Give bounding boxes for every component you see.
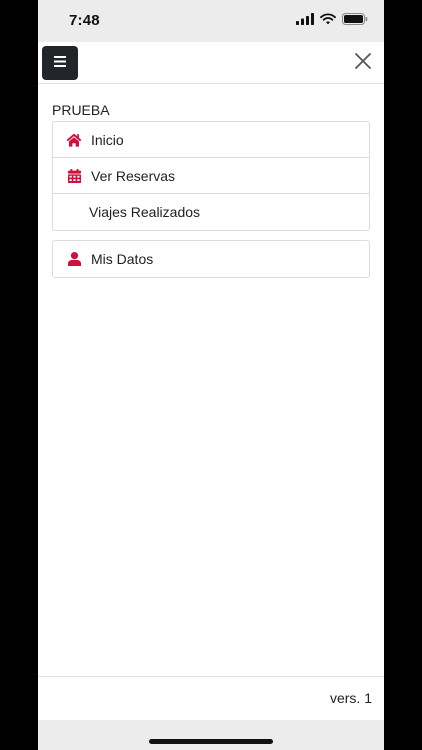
status-icons: [296, 12, 368, 30]
menu-list: Inicio Ver Reservas Viajes Realizados: [52, 121, 370, 231]
phone-screen: 7:48 PRUEBA Inicio Ver Reservas Viajes R…: [38, 0, 384, 750]
close-button[interactable]: [354, 52, 372, 74]
menu-item-label: Inicio: [91, 131, 124, 148]
menu-item-inicio[interactable]: Inicio: [53, 122, 369, 158]
user-icon: [66, 251, 82, 267]
menu-item-mis-datos[interactable]: Mis Datos: [53, 241, 369, 277]
home-icon: [66, 132, 82, 148]
top-bar: [38, 42, 384, 84]
menu-item-viajes-realizados[interactable]: Viajes Realizados: [53, 194, 369, 230]
menu-item-label: Mis Datos: [91, 251, 154, 267]
home-bar: [38, 720, 384, 750]
version-label: vers. 1: [329, 690, 372, 706]
status-time: 7:48: [69, 12, 100, 29]
drawer-panel: PRUEBA Inicio Ver Reservas Viajes Realiz…: [38, 42, 384, 720]
account-list: Mis Datos: [52, 240, 370, 278]
section-title: PRUEBA: [52, 102, 110, 118]
menu-button[interactable]: [42, 46, 78, 80]
menu-item-label: Viajes Realizados: [89, 204, 201, 220]
calendar-icon: [66, 168, 82, 184]
battery-icon: [342, 12, 368, 30]
wifi-icon: [320, 12, 336, 30]
hamburger-menu-icon: [54, 54, 66, 72]
close-icon: [355, 52, 371, 74]
footer: vers. 1: [38, 676, 384, 720]
menu-item-label: Ver Reservas: [91, 167, 176, 184]
signal-icon: [296, 12, 314, 30]
status-bar: 7:48: [38, 0, 384, 42]
home-indicator[interactable]: [149, 739, 273, 744]
menu-item-ver-reservas[interactable]: Ver Reservas: [53, 158, 369, 194]
